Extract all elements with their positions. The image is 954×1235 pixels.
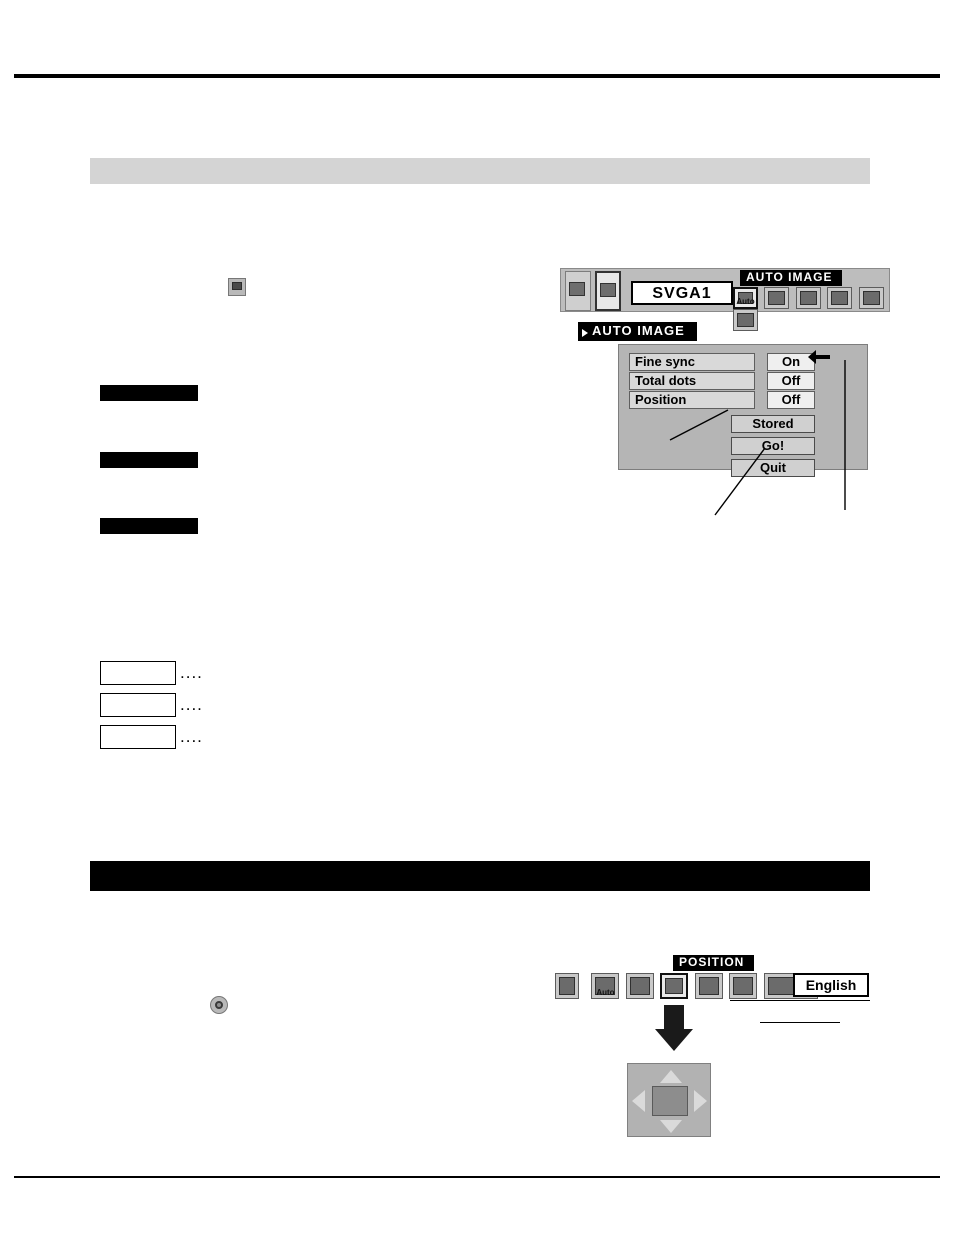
image-adjust-glyph [629, 977, 650, 995]
auto-image-icon[interactable]: Auto [591, 973, 620, 999]
pc-adjust-glyph [698, 977, 719, 995]
position-icon[interactable] [660, 973, 689, 999]
page-top-rule [14, 74, 940, 78]
screen-glyph [862, 291, 880, 305]
note-underline-2 [760, 1022, 840, 1023]
language-value: English [793, 973, 869, 997]
frame-box-3 [100, 725, 176, 749]
pad-left-icon[interactable] [632, 1090, 645, 1112]
input-source-value: SVGA1 [631, 281, 733, 305]
auto-image-icon-label: Auto [736, 297, 755, 306]
gear-icon [210, 996, 228, 1014]
pad-right-icon[interactable] [694, 1090, 707, 1112]
input-icon [569, 282, 585, 296]
image-adjust-icon[interactable] [764, 287, 790, 309]
body-tag-2 [100, 452, 198, 468]
language-icon[interactable] [733, 309, 758, 331]
input-icon[interactable] [555, 973, 579, 999]
callout-arrow-icon [808, 350, 830, 364]
position-pad[interactable] [627, 1063, 711, 1137]
down-arrow-icon [655, 1005, 693, 1051]
auto-image-icon[interactable]: Auto [733, 287, 758, 309]
screen-icon[interactable] [858, 287, 884, 309]
frame-box-1 [100, 661, 176, 685]
menu-tab-input[interactable] [565, 271, 591, 311]
page-bottom-rule [14, 1176, 940, 1178]
pc-adjust-icon[interactable] [694, 973, 723, 999]
body-tag-3 [100, 518, 198, 534]
computer-icon [228, 278, 246, 296]
image-adjust-glyph [768, 291, 786, 305]
position-icon[interactable] [795, 287, 821, 309]
osd-position-title: POSITION [673, 955, 755, 971]
pad-down-icon[interactable] [660, 1120, 682, 1133]
input-glyph [559, 977, 575, 995]
menu-tab-computer[interactable] [595, 271, 621, 311]
frame-box-2 [100, 693, 176, 717]
osd-menu-title: AUTO IMAGE [740, 270, 843, 286]
pc-adjust-glyph [831, 291, 849, 305]
pad-center [652, 1086, 688, 1116]
screen-glyph [733, 977, 754, 995]
down-arrow-stem [664, 1005, 684, 1031]
section-band-auto-image [90, 158, 870, 184]
pad-up-icon[interactable] [660, 1070, 682, 1083]
section-band-position [90, 861, 870, 891]
frame-box-3-dots: .... [180, 727, 203, 746]
frame-box-1-dots: .... [180, 663, 203, 682]
body-tag-1 [100, 385, 198, 401]
position-glyph [799, 291, 817, 305]
osd-position-icon-row: Auto [555, 973, 820, 999]
down-arrow-head [655, 1029, 693, 1051]
pc-adjust-icon[interactable] [827, 287, 853, 309]
position-glyph [665, 978, 684, 994]
callout-lines [669, 360, 846, 516]
note-underline-1 [730, 1000, 870, 1001]
auto-image-icon-label: Auto [596, 988, 615, 997]
osd-icon-row: Auto [733, 287, 889, 331]
frame-box-2-dots: .... [180, 695, 203, 714]
image-adjust-icon[interactable] [625, 973, 654, 999]
language-glyph [737, 313, 754, 327]
osd-position: POSITION Auto English [555, 955, 900, 1145]
computer-icon [600, 283, 616, 297]
screen-icon[interactable] [729, 973, 758, 999]
